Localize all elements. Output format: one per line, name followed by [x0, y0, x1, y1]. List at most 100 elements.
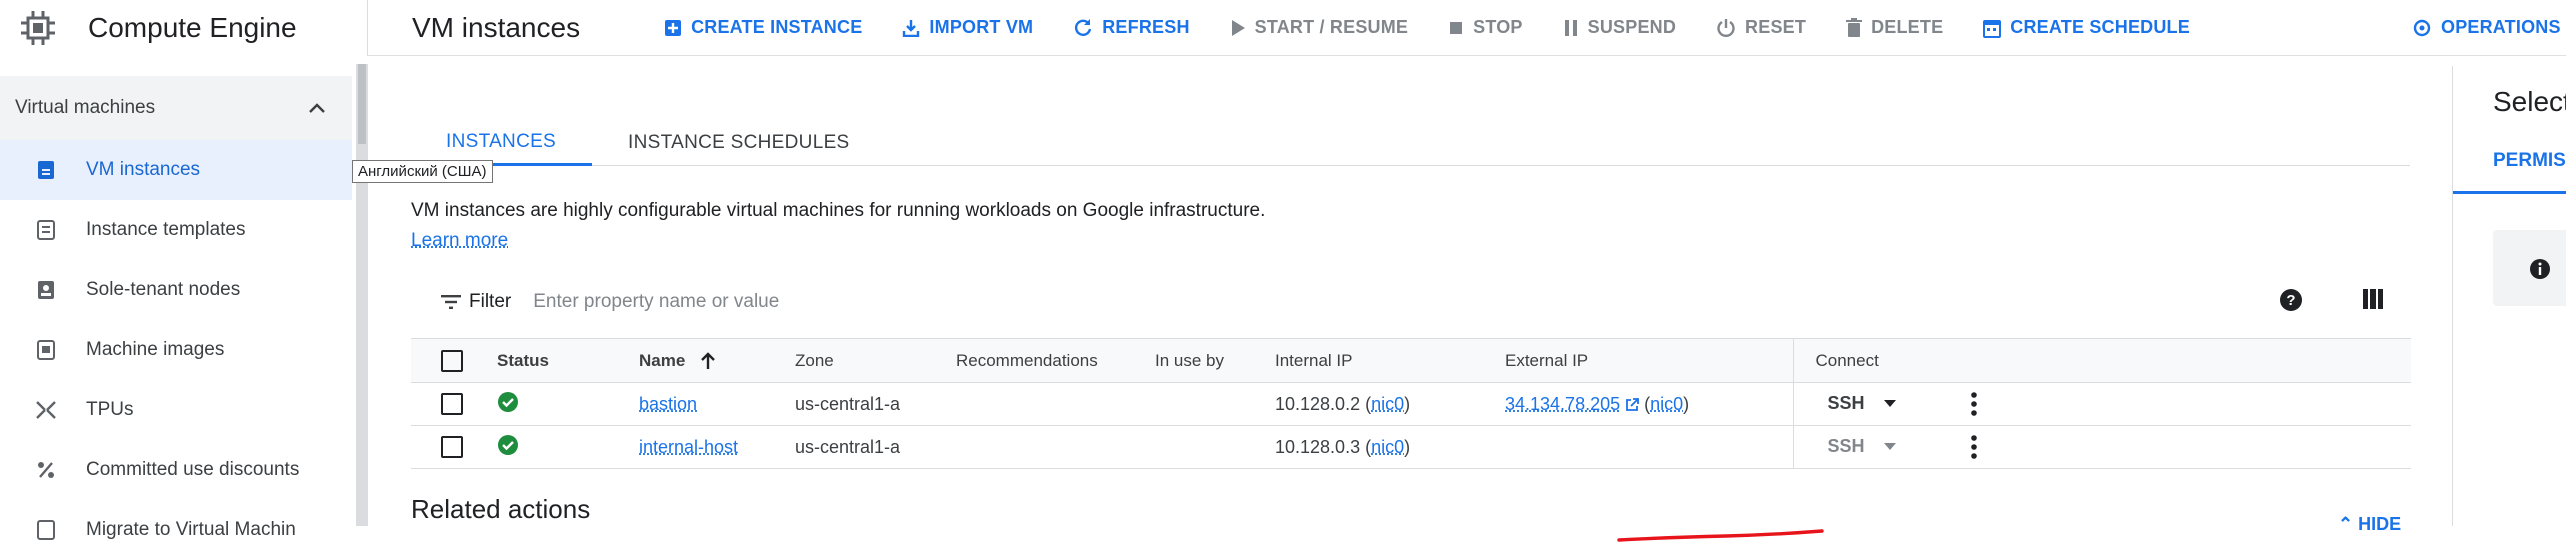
trash-icon	[1846, 17, 1863, 38]
internal-ip-cell: 10.128.0.2 (nic0)	[1275, 382, 1505, 426]
table-row[interactable]: bastion us-central1-a 10.128.0.2 (nic0) …	[411, 382, 2411, 426]
sort-ascending-icon[interactable]	[700, 352, 716, 370]
delete-button[interactable]: DELETE	[1846, 17, 1943, 38]
discount-icon	[26, 460, 66, 480]
vm-instance-icon	[26, 160, 66, 180]
refresh-icon	[1073, 18, 1093, 38]
scrollbar-thumb[interactable]	[358, 64, 366, 144]
svg-text:?: ?	[2286, 292, 2295, 309]
start-resume-button[interactable]: START / RESUME	[1230, 17, 1408, 38]
hide-related-button[interactable]: ⌃ HIDE	[2338, 514, 2401, 535]
column-header-external-ip[interactable]: External IP	[1505, 338, 1793, 383]
column-header-in-use-by[interactable]: In use by	[1155, 338, 1275, 383]
table-row[interactable]: internal-host us-central1-a 10.128.0.3 (…	[411, 425, 2411, 469]
help-icon[interactable]: ?	[2279, 288, 2303, 312]
import-vm-button[interactable]: IMPORT VM	[902, 17, 1033, 38]
ssh-button[interactable]: SSH	[1828, 393, 1865, 413]
column-header-name[interactable]: Name	[639, 338, 795, 383]
operations-icon	[2412, 18, 2432, 38]
sidebar-scrollbar[interactable]	[356, 64, 368, 526]
info-panel-title: Select	[2493, 86, 2566, 117]
page-title: VM instances	[412, 11, 581, 43]
tab-instance-schedules[interactable]: INSTANCE SCHEDULES	[592, 120, 885, 166]
sidebar-item-label: VM instances	[86, 159, 201, 180]
external-ip-cell: 34.134.78.205 (nic0)	[1505, 382, 1793, 426]
page-description: VM instances are highly configurable vir…	[411, 196, 1311, 256]
suspend-button[interactable]: SUSPEND	[1563, 17, 1676, 38]
stop-icon	[1448, 20, 1464, 36]
column-header-internal-ip[interactable]: Internal IP	[1275, 338, 1505, 383]
in-use-by-cell	[1155, 425, 1275, 469]
sidebar-item-committed-use-discounts[interactable]: Committed use discounts	[0, 440, 352, 500]
sidebar-section-virtual-machines[interactable]: Virtual machines	[0, 76, 352, 140]
operations-button[interactable]: OPERATIONS	[2412, 17, 2561, 38]
connect-cell: SSH	[1792, 382, 2411, 426]
sidebar-item-label: TPUs	[86, 399, 134, 420]
migrate-icon	[26, 520, 66, 540]
sidebar-item-sole-tenant-nodes[interactable]: Sole-tenant nodes	[0, 260, 352, 320]
calendar-icon	[1983, 18, 2002, 38]
sidebar-item-migrate[interactable]: Migrate to Virtual Machin	[0, 500, 352, 560]
nic-link[interactable]: nic0	[1371, 437, 1404, 457]
filter-label: Filter	[469, 291, 512, 312]
info-panel: Select PERMISS	[2452, 66, 2566, 526]
column-header-zone[interactable]: Zone	[795, 338, 956, 383]
action-toolbar: VM instances CREATE INSTANCE IMPORT VM R…	[368, 0, 2566, 56]
instance-name-link[interactable]: internal-host	[639, 437, 738, 457]
internal-ip-cell: 10.128.0.3 (nic0)	[1275, 425, 1505, 469]
annotation-underline	[1617, 529, 1824, 542]
pause-icon	[1563, 19, 1579, 37]
product-header: Compute Engine	[0, 0, 368, 56]
sidebar-section-label: Virtual machines	[15, 97, 156, 118]
zone-cell: us-central1-a	[795, 425, 956, 469]
ssh-button[interactable]: SSH	[1828, 436, 1865, 456]
ssh-dropdown-icon[interactable]	[1883, 443, 1896, 451]
row-checkbox[interactable]	[441, 393, 463, 416]
create-schedule-button[interactable]: CREATE SCHEDULE	[1983, 17, 2190, 38]
column-display-icon[interactable]	[2363, 288, 2383, 310]
filter-icon	[441, 295, 461, 309]
sidebar-item-tpus[interactable]: TPUs	[0, 380, 352, 440]
filter-bar: Filter Enter property name or value ?	[411, 274, 2411, 330]
tab-permissions[interactable]: PERMISS	[2453, 150, 2566, 194]
create-instance-button[interactable]: CREATE INSTANCE	[664, 17, 862, 38]
instance-name-link[interactable]: bastion	[639, 394, 697, 414]
sidebar-item-label: Sole-tenant nodes	[86, 279, 241, 300]
sidebar-item-label: Migrate to Virtual Machin	[86, 519, 296, 540]
compute-engine-logo-icon	[21, 11, 55, 45]
learn-more-link[interactable]: Learn more	[411, 230, 508, 251]
column-header-status[interactable]: Status	[497, 338, 639, 383]
sidebar-item-machine-images[interactable]: Machine images	[0, 320, 352, 380]
add-box-icon	[664, 19, 682, 37]
row-checkbox[interactable]	[441, 436, 463, 459]
info-icon	[2530, 259, 2550, 279]
sidebar-item-vm-instances[interactable]: VM instances	[0, 140, 352, 200]
refresh-button[interactable]: REFRESH	[1073, 17, 1189, 38]
recommendations-cell	[956, 425, 1155, 469]
description-text: VM instances are highly configurable vir…	[411, 200, 1266, 221]
recommendations-cell	[956, 382, 1155, 426]
tab-bar: INSTANCES INSTANCE SCHEDULES	[410, 120, 2410, 166]
keyboard-layout-tooltip: Английский (США)	[352, 160, 493, 183]
filter-input[interactable]: Enter property name or value	[533, 291, 1233, 313]
import-icon	[902, 19, 920, 37]
ssh-dropdown-icon[interactable]	[1883, 400, 1896, 408]
power-icon	[1716, 18, 1736, 38]
product-title: Compute Engine	[88, 12, 297, 43]
reset-button[interactable]: RESET	[1716, 17, 1806, 38]
nic-link[interactable]: nic0	[1650, 394, 1683, 414]
filter-button[interactable]: Filter	[441, 291, 511, 313]
more-actions-icon[interactable]	[1970, 392, 1977, 416]
main-content: INSTANCES INSTANCE SCHEDULES VM instance…	[368, 56, 2458, 542]
select-all-checkbox[interactable]	[441, 349, 463, 372]
sidebar-item-instance-templates[interactable]: Instance templates	[0, 200, 352, 260]
more-actions-icon[interactable]	[1970, 435, 1977, 459]
column-header-connect: Connect	[1792, 338, 2411, 383]
external-link-icon[interactable]	[1625, 397, 1640, 412]
info-message-box	[2493, 230, 2566, 306]
chevron-up-icon[interactable]	[308, 102, 326, 114]
external-ip-link[interactable]: 34.134.78.205	[1505, 394, 1620, 414]
stop-button[interactable]: STOP	[1448, 17, 1522, 38]
column-header-recommendations[interactable]: Recommendations	[956, 338, 1155, 383]
nic-link[interactable]: nic0	[1371, 394, 1404, 414]
